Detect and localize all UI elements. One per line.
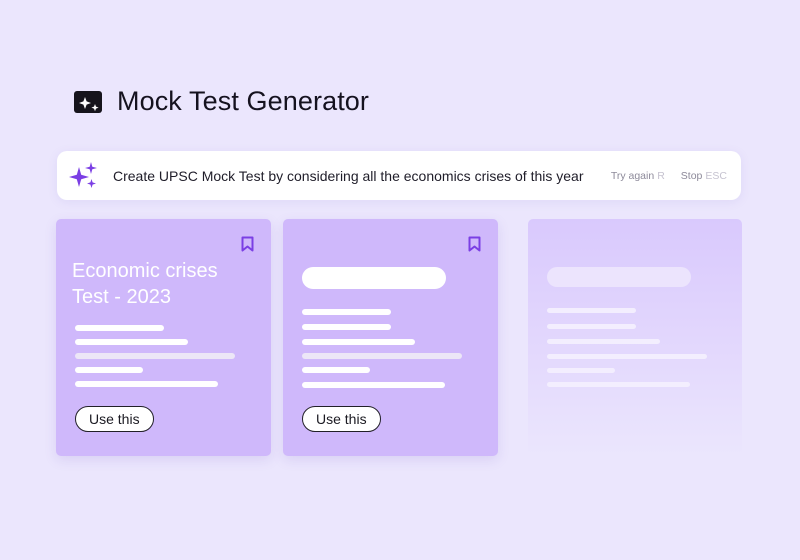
sparkle-image-icon — [74, 90, 102, 113]
use-this-button[interactable]: Use this — [75, 406, 154, 432]
preview-line — [547, 368, 615, 373]
title-placeholder — [302, 267, 446, 289]
stop-shortcut: ESC — [705, 169, 727, 182]
bookmark-icon[interactable] — [468, 236, 481, 252]
page-header: Mock Test Generator — [74, 86, 369, 117]
sparkles-icon — [69, 161, 97, 188]
page-title: Mock Test Generator — [117, 86, 370, 116]
preview-line — [547, 382, 690, 387]
preview-line — [302, 339, 415, 345]
card-title: Economic crises Test - 2023 — [72, 260, 218, 308]
try-again-button[interactable]: Try again R — [611, 170, 665, 182]
title-placeholder — [547, 267, 691, 287]
bookmark-icon[interactable] — [241, 236, 254, 252]
prompt-text[interactable]: Create UPSC Mock Test by considering all… — [113, 168, 595, 184]
preview-line — [302, 324, 391, 330]
test-card[interactable]: Use this — [283, 219, 498, 456]
preview-line — [302, 382, 445, 388]
preview-line — [75, 325, 164, 331]
preview-line — [547, 308, 636, 313]
preview-line — [302, 367, 370, 373]
stop-button[interactable]: Stop ESC — [681, 170, 727, 182]
stop-label: Stop — [680, 169, 703, 182]
preview-line — [75, 381, 218, 387]
preview-line — [547, 324, 636, 329]
try-again-label: Try again — [610, 169, 655, 182]
prompt-bar[interactable]: Create UPSC Mock Test by considering all… — [57, 151, 741, 200]
preview-line — [302, 353, 462, 359]
preview-line — [75, 367, 143, 373]
preview-line — [75, 339, 188, 345]
try-again-shortcut: R — [657, 169, 665, 182]
preview-line — [75, 353, 235, 359]
preview-line — [302, 309, 391, 315]
preview-line — [547, 354, 707, 359]
preview-line — [547, 339, 660, 344]
test-card[interactable]: Economic crises Test - 2023 Use this — [56, 219, 271, 456]
loading-card-placeholder — [528, 219, 742, 456]
use-this-button[interactable]: Use this — [302, 406, 381, 432]
